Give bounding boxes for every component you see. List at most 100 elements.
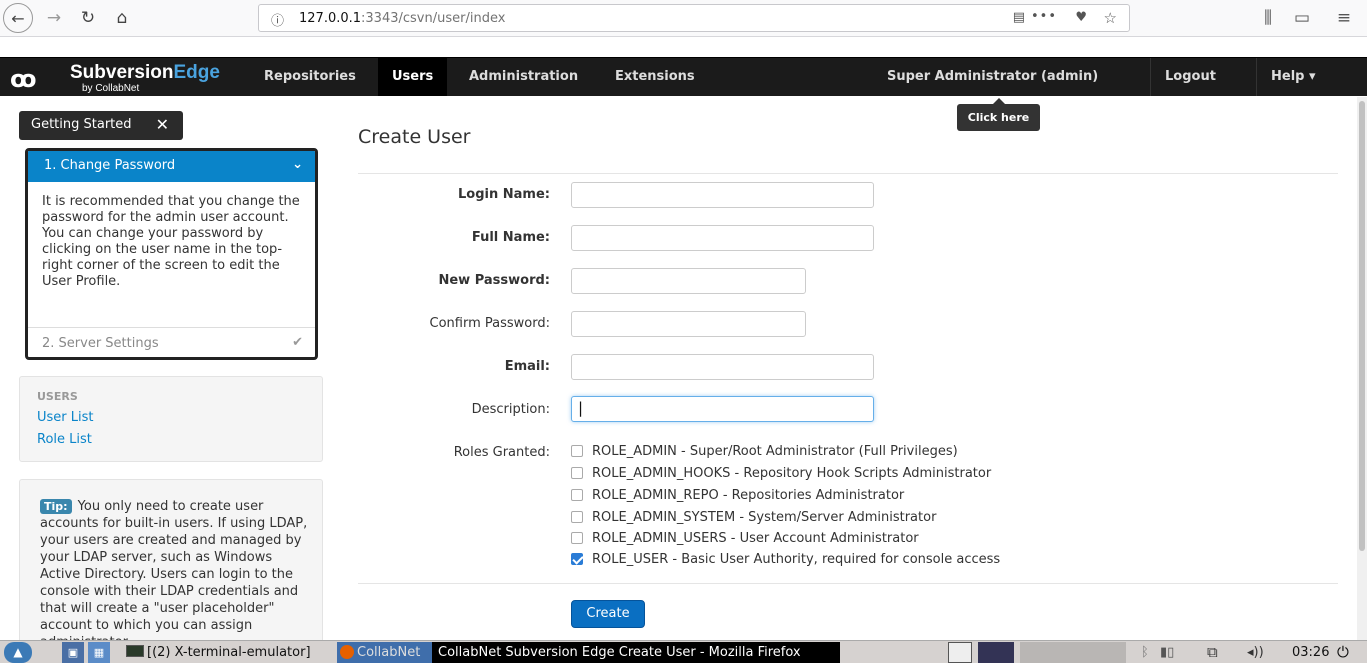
hamburger-menu-icon[interactable]: ≡ [1330, 4, 1358, 32]
roles-granted-label: Roles Granted: [453, 445, 550, 460]
browser-toolbar: ← → ↻ ⌂ ⓘ 127.0.0.1:3343/csvn/user/index… [0, 0, 1367, 37]
app-navbar: ꝏ SubversionEdge by CollabNet Repositori… [0, 57, 1367, 96]
step-server-settings[interactable]: 2. Server Settings ✔ [28, 327, 315, 357]
back-icon[interactable]: ← [3, 3, 33, 33]
role-label: ROLE_ADMIN_REPO - Repositories Administr… [592, 488, 905, 503]
checkbox[interactable] [571, 532, 583, 544]
role-checkbox-row[interactable]: ROLE_ADMIN_SYSTEM - System/Server Admini… [571, 510, 936, 528]
reader-view-icon[interactable]: ▤ [1013, 10, 1025, 25]
checkbox[interactable] [571, 489, 583, 501]
power-icon[interactable]: ⏻ [1337, 642, 1349, 663]
taskbar-firefox-active[interactable]: CollabNet Subversion Edge Create User - … [432, 642, 840, 663]
full-name-label: Full Name: [471, 230, 550, 245]
nav-administration[interactable]: Administration [455, 58, 592, 96]
nav-users[interactable]: Users [378, 58, 448, 96]
role-label: ROLE_USER - Basic User Authority, requir… [592, 552, 1001, 567]
role-label: ROLE_ADMIN_USERS - User Account Administ… [592, 531, 919, 546]
role-checkbox-row[interactable]: ROLE_ADMIN_HOOKS - Repository Hook Scrip… [571, 466, 991, 484]
terminal-icon [126, 645, 144, 657]
description-label: Description: [471, 402, 550, 417]
new-password-input[interactable] [571, 268, 806, 294]
role-checkbox-row[interactable]: ROLE_ADMIN_USERS - User Account Administ… [571, 531, 919, 549]
confirm-password-label: Confirm Password: [429, 316, 550, 331]
getting-started-label: Getting Started [31, 117, 132, 132]
tip-text: You only need to create user accounts fo… [40, 499, 308, 648]
checkbox[interactable] [571, 511, 583, 523]
create-button[interactable]: Create [571, 600, 645, 628]
role-checkbox-row[interactable]: ROLE_ADMIN - Super/Root Administrator (F… [571, 444, 958, 462]
scrollbar-thumb[interactable] [1359, 101, 1365, 551]
network-icon[interactable]: ⧉ [1207, 642, 1218, 663]
step-change-password[interactable]: 1. Change Password ⌄ [28, 151, 315, 182]
window-preview-icon[interactable] [948, 642, 972, 663]
show-desktop-icon[interactable]: ▣ [62, 642, 84, 663]
page-title: Create User [358, 126, 471, 148]
nav-user-profile[interactable]: Super Administrator (admin) [873, 58, 1112, 96]
full-name-input[interactable] [571, 225, 874, 251]
checkbox-checked[interactable] [571, 553, 583, 565]
tip-panel: Tip: You only need to create user accoun… [19, 479, 323, 649]
checkmark-icon: ✔ [292, 335, 303, 350]
taskbar-firefox-inactive[interactable]: CollabNet [337, 642, 433, 663]
divider [358, 583, 1338, 584]
os-taskbar: ▲ ▣ ▦ [(2) X-terminal-emulator] CollabNe… [0, 640, 1367, 663]
nav-help[interactable]: Help ▾ [1256, 58, 1330, 96]
email-label: Email: [504, 359, 550, 374]
checkbox[interactable] [571, 445, 583, 457]
nav-extensions[interactable]: Extensions [601, 58, 709, 96]
description-input[interactable]: | [571, 396, 874, 422]
confirm-password-input[interactable] [571, 311, 806, 337]
workspace-switcher[interactable] [978, 642, 1014, 663]
role-list-link[interactable]: Role List [37, 432, 92, 447]
logo[interactable]: ꝏ SubversionEdge by CollabNet [10, 61, 240, 95]
volume-icon[interactable]: ◂)) [1247, 642, 1264, 663]
url-text: 127.0.0.1:3343/csvn/user/index [299, 11, 506, 26]
cpu-monitor [1020, 642, 1126, 663]
new-password-label: New Password: [438, 273, 550, 288]
user-list-link[interactable]: User List [37, 410, 94, 425]
bookmark-star-icon[interactable]: ☆ [1104, 9, 1117, 27]
step1-title: 1. Change Password [44, 158, 176, 173]
users-nav-panel: USERS User List Role List [19, 376, 323, 462]
clock[interactable]: 03:26 [1292, 642, 1329, 663]
logo-main: Subversion [70, 62, 174, 83]
role-label: ROLE_ADMIN_SYSTEM - System/Server Admini… [592, 510, 937, 525]
reload-icon[interactable]: ↻ [74, 4, 102, 32]
tip-text-block: Tip: You only need to create user accoun… [40, 498, 310, 648]
role-label: ROLE_ADMIN - Super/Root Administrator (F… [592, 444, 958, 459]
login-name-input[interactable] [571, 182, 874, 208]
bluetooth-icon[interactable]: ᛒ [1141, 642, 1149, 663]
forward-icon[interactable]: → [40, 4, 68, 32]
checkbox[interactable] [571, 467, 583, 479]
taskbar-terminal[interactable]: [(2) X-terminal-emulator] [122, 642, 311, 663]
terminal-label: [(2) X-terminal-emulator] [147, 645, 311, 660]
step1-description: It is recommended that you change the pa… [42, 194, 300, 289]
url-bar[interactable]: ⓘ 127.0.0.1:3343/csvn/user/index ▤ ••• ♥… [258, 4, 1130, 32]
start-menu-icon[interactable]: ▲ [4, 642, 32, 663]
logo-swirl-icon: ꝏ [10, 65, 37, 93]
library-icon[interactable]: ⫼ [1254, 4, 1282, 32]
file-manager-icon[interactable]: ▦ [88, 642, 110, 663]
email-input[interactable] [571, 354, 874, 380]
getting-started-button[interactable]: Getting Started ✕ [19, 111, 183, 140]
home-icon[interactable]: ⌂ [108, 4, 136, 32]
role-checkbox-row[interactable]: ROLE_ADMIN_REPO - Repositories Administr… [571, 488, 904, 506]
role-checkbox-row[interactable]: ROLE_USER - Basic User Authority, requir… [571, 552, 1000, 570]
logo-name: SubversionEdge [70, 62, 220, 84]
pocket-icon[interactable]: ♥ [1075, 10, 1087, 25]
role-label: ROLE_ADMIN_HOOKS - Repository Hook Scrip… [592, 466, 992, 481]
battery-icon[interactable]: ▮▯ [1160, 642, 1174, 663]
users-heading: USERS [37, 390, 78, 403]
vertical-scrollbar[interactable] [1357, 97, 1367, 640]
logo-accent: Edge [173, 62, 220, 83]
logo-subtitle: by CollabNet [82, 83, 140, 94]
getting-started-panel: 1. Change Password ⌄ It is recommended t… [25, 148, 318, 360]
more-icon[interactable]: ••• [1031, 9, 1057, 24]
click-here-tooltip: Click here [957, 98, 1040, 131]
info-icon[interactable]: ⓘ [271, 10, 284, 29]
nav-logout[interactable]: Logout [1150, 58, 1230, 96]
sidebar-icon[interactable]: ▭ [1288, 4, 1316, 32]
divider [358, 173, 1338, 174]
close-icon[interactable]: ✕ [156, 115, 169, 134]
nav-repositories[interactable]: Repositories [250, 58, 370, 96]
